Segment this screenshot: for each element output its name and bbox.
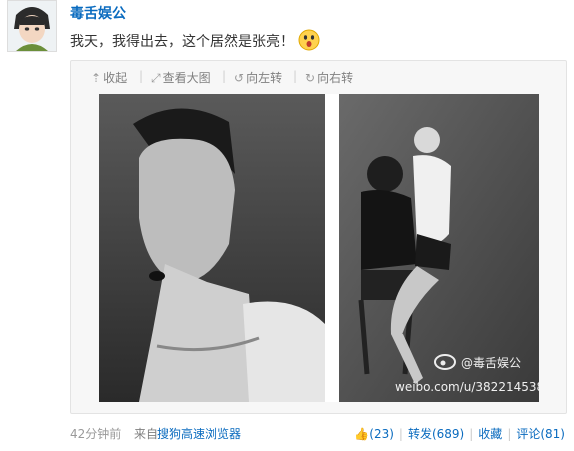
action-divider: |: [469, 427, 474, 441]
shocked-face-emoji-icon: [298, 29, 320, 55]
toolbar-divider: |: [222, 69, 227, 83]
post-photo[interactable]: @毒舌娱公 weibo.com/u/3822145382: [99, 94, 552, 402]
like-button[interactable]: 👍(23): [354, 427, 394, 441]
post-text: 我天，我得出去，这个居然是张亮！: [70, 29, 320, 55]
watermark-url: weibo.com/u/3822145382: [395, 380, 539, 394]
post-time[interactable]: 42分钟前: [70, 425, 121, 442]
rotate-right-label: 向右转: [317, 71, 354, 85]
like-count: (23): [369, 427, 394, 441]
source-prefix: 来自: [134, 427, 159, 441]
thumbs-up-icon: 👍: [354, 427, 370, 441]
action-divider: |: [398, 427, 403, 441]
post-text-content: 我天，我得出去，这个居然是张亮！: [70, 34, 294, 50]
enlarge-icon: ⤢: [151, 71, 161, 85]
rotate-left-icon: ↺: [234, 71, 245, 85]
toolbar-divider: |: [139, 69, 144, 83]
source-link[interactable]: 搜狗高速浏览器: [157, 425, 241, 442]
collapse-label: 收起: [103, 71, 128, 85]
watermark-handle: @毒舌娱公: [461, 356, 521, 370]
media-toolbar: ⇡ 收起 | ⤢ 查看大图 | ↺ 向左转 | ↻ 向右转: [71, 65, 566, 89]
comment-button[interactable]: 评论(81): [516, 427, 565, 441]
rotate-left-label: 向左转: [246, 71, 283, 85]
rotate-left-button[interactable]: ↺ 向左转: [234, 69, 282, 86]
username[interactable]: 毒舌娱公: [70, 3, 126, 23]
repost-button[interactable]: 转发(689): [408, 427, 464, 441]
avatar[interactable]: [7, 0, 57, 52]
media-panel: ⇡ 收起 | ⤢ 查看大图 | ↺ 向左转 | ↻ 向右转 @毒舌娱公 weib…: [70, 60, 567, 414]
action-bar: 👍(23) | 转发(689) | 收藏 | 评论(81): [354, 425, 565, 442]
view-large-label: 查看大图: [162, 71, 211, 85]
collapse-button[interactable]: ⇡ 收起: [91, 69, 127, 86]
view-large-button[interactable]: ⤢ 查看大图: [151, 69, 211, 86]
rotate-right-button[interactable]: ↻ 向右转: [305, 69, 353, 86]
favorite-button[interactable]: 收藏: [478, 427, 502, 441]
action-divider: |: [507, 427, 512, 441]
collapse-arrow-icon: ⇡: [91, 71, 102, 85]
toolbar-divider: |: [293, 69, 298, 83]
rotate-right-icon: ↻: [305, 71, 316, 85]
